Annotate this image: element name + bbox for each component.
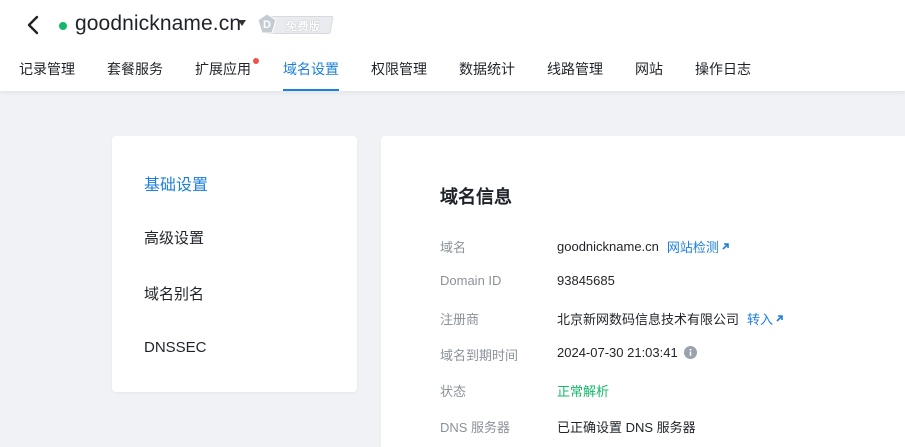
chevron-down-icon[interactable]: [238, 20, 246, 26]
section-title: 域名信息: [440, 187, 512, 207]
website-check-link[interactable]: 网站检测: [667, 237, 730, 256]
transfer-in-label: 转入: [747, 312, 774, 327]
info-label: 域名: [440, 240, 467, 255]
domain-title[interactable]: goodnickname.cn: [75, 12, 241, 36]
info-row-registrar: 注册商 北京新网数码信息技术有限公司 转入: [440, 309, 890, 329]
info-value: 北京新网数码信息技术有限公司 转入: [557, 309, 784, 328]
info-value: 2024-07-30 21:03:41: [557, 345, 697, 360]
top-bar: goodnickname.cn D 免费版 记录管理 套餐服务 扩展应用 域名设…: [0, 0, 905, 91]
diamond-d-icon: D: [257, 13, 277, 34]
tab-statistics[interactable]: 数据统计: [459, 58, 515, 91]
back-arrow-icon[interactable]: [22, 13, 44, 37]
info-label: 域名到期时间: [440, 348, 519, 363]
sidebar-item-dnssec[interactable]: DNSSEC: [144, 339, 207, 356]
external-link-icon: [722, 243, 729, 250]
status-value: 正常解析: [557, 384, 610, 399]
info-label: DNS 服务器: [440, 420, 511, 435]
tab-bar: 记录管理 套餐服务 扩展应用 域名设置 权限管理 数据统计 线路管理 网站 操作…: [0, 58, 905, 91]
tab-package-service[interactable]: 套餐服务: [107, 58, 163, 91]
info-value: goodnickname.cn 网站检测: [557, 237, 730, 256]
info-row-status: 状态 正常解析: [440, 381, 890, 401]
info-row-domain: 域名 goodnickname.cn 网站检测: [440, 237, 890, 257]
sidebar-item-domain-alias[interactable]: 域名别名: [144, 283, 204, 304]
info-label: 注册商: [440, 312, 480, 327]
plan-badge-label: 免费版: [286, 21, 321, 33]
tab-website[interactable]: 网站: [635, 58, 663, 91]
status-dot: [59, 22, 67, 30]
info-icon[interactable]: [683, 346, 697, 359]
tab-operation-log[interactable]: 操作日志: [695, 58, 751, 91]
tab-extensions-label: 扩展应用: [195, 61, 251, 77]
info-label: Domain ID: [440, 273, 502, 288]
tab-permissions[interactable]: 权限管理: [371, 58, 427, 91]
sidebar-item-basic-settings[interactable]: 基础设置: [144, 171, 208, 195]
registrar-value: 北京新网数码信息技术有限公司: [557, 312, 740, 327]
info-row-domain-id: Domain ID 93845685: [440, 273, 890, 293]
info-value: 93845685: [557, 273, 615, 288]
info-label: 状态: [440, 384, 467, 399]
tab-extensions[interactable]: 扩展应用: [195, 58, 251, 91]
settings-sidebar: 基础设置 高级设置 域名别名 DNSSEC: [112, 136, 357, 392]
domain-value: goodnickname.cn: [557, 239, 659, 254]
info-value: 已正确设置 DNS 服务器: [557, 420, 696, 435]
website-check-label: 网站检测: [666, 240, 719, 255]
external-link-icon: [776, 315, 783, 322]
expiry-value: 2024-07-30 21:03:41: [557, 345, 678, 360]
domain-info-card: 域名信息 域名 goodnickname.cn 网站检测 Domain ID 9…: [381, 136, 905, 447]
tab-domain-settings[interactable]: 域名设置: [283, 58, 339, 91]
svg-text:D: D: [263, 19, 271, 31]
info-row-dns-servers: DNS 服务器 已正确设置 DNS 服务器: [440, 417, 890, 437]
plan-badge: D 免费版: [256, 13, 334, 35]
info-row-expiry: 域名到期时间 2024-07-30 21:03:41: [440, 345, 890, 365]
tab-line-management[interactable]: 线路管理: [547, 58, 603, 91]
tab-record-management[interactable]: 记录管理: [19, 58, 75, 91]
transfer-in-link[interactable]: 转入: [747, 309, 784, 328]
sidebar-item-advanced-settings[interactable]: 高级设置: [144, 227, 204, 248]
notice-dot: [253, 58, 259, 64]
